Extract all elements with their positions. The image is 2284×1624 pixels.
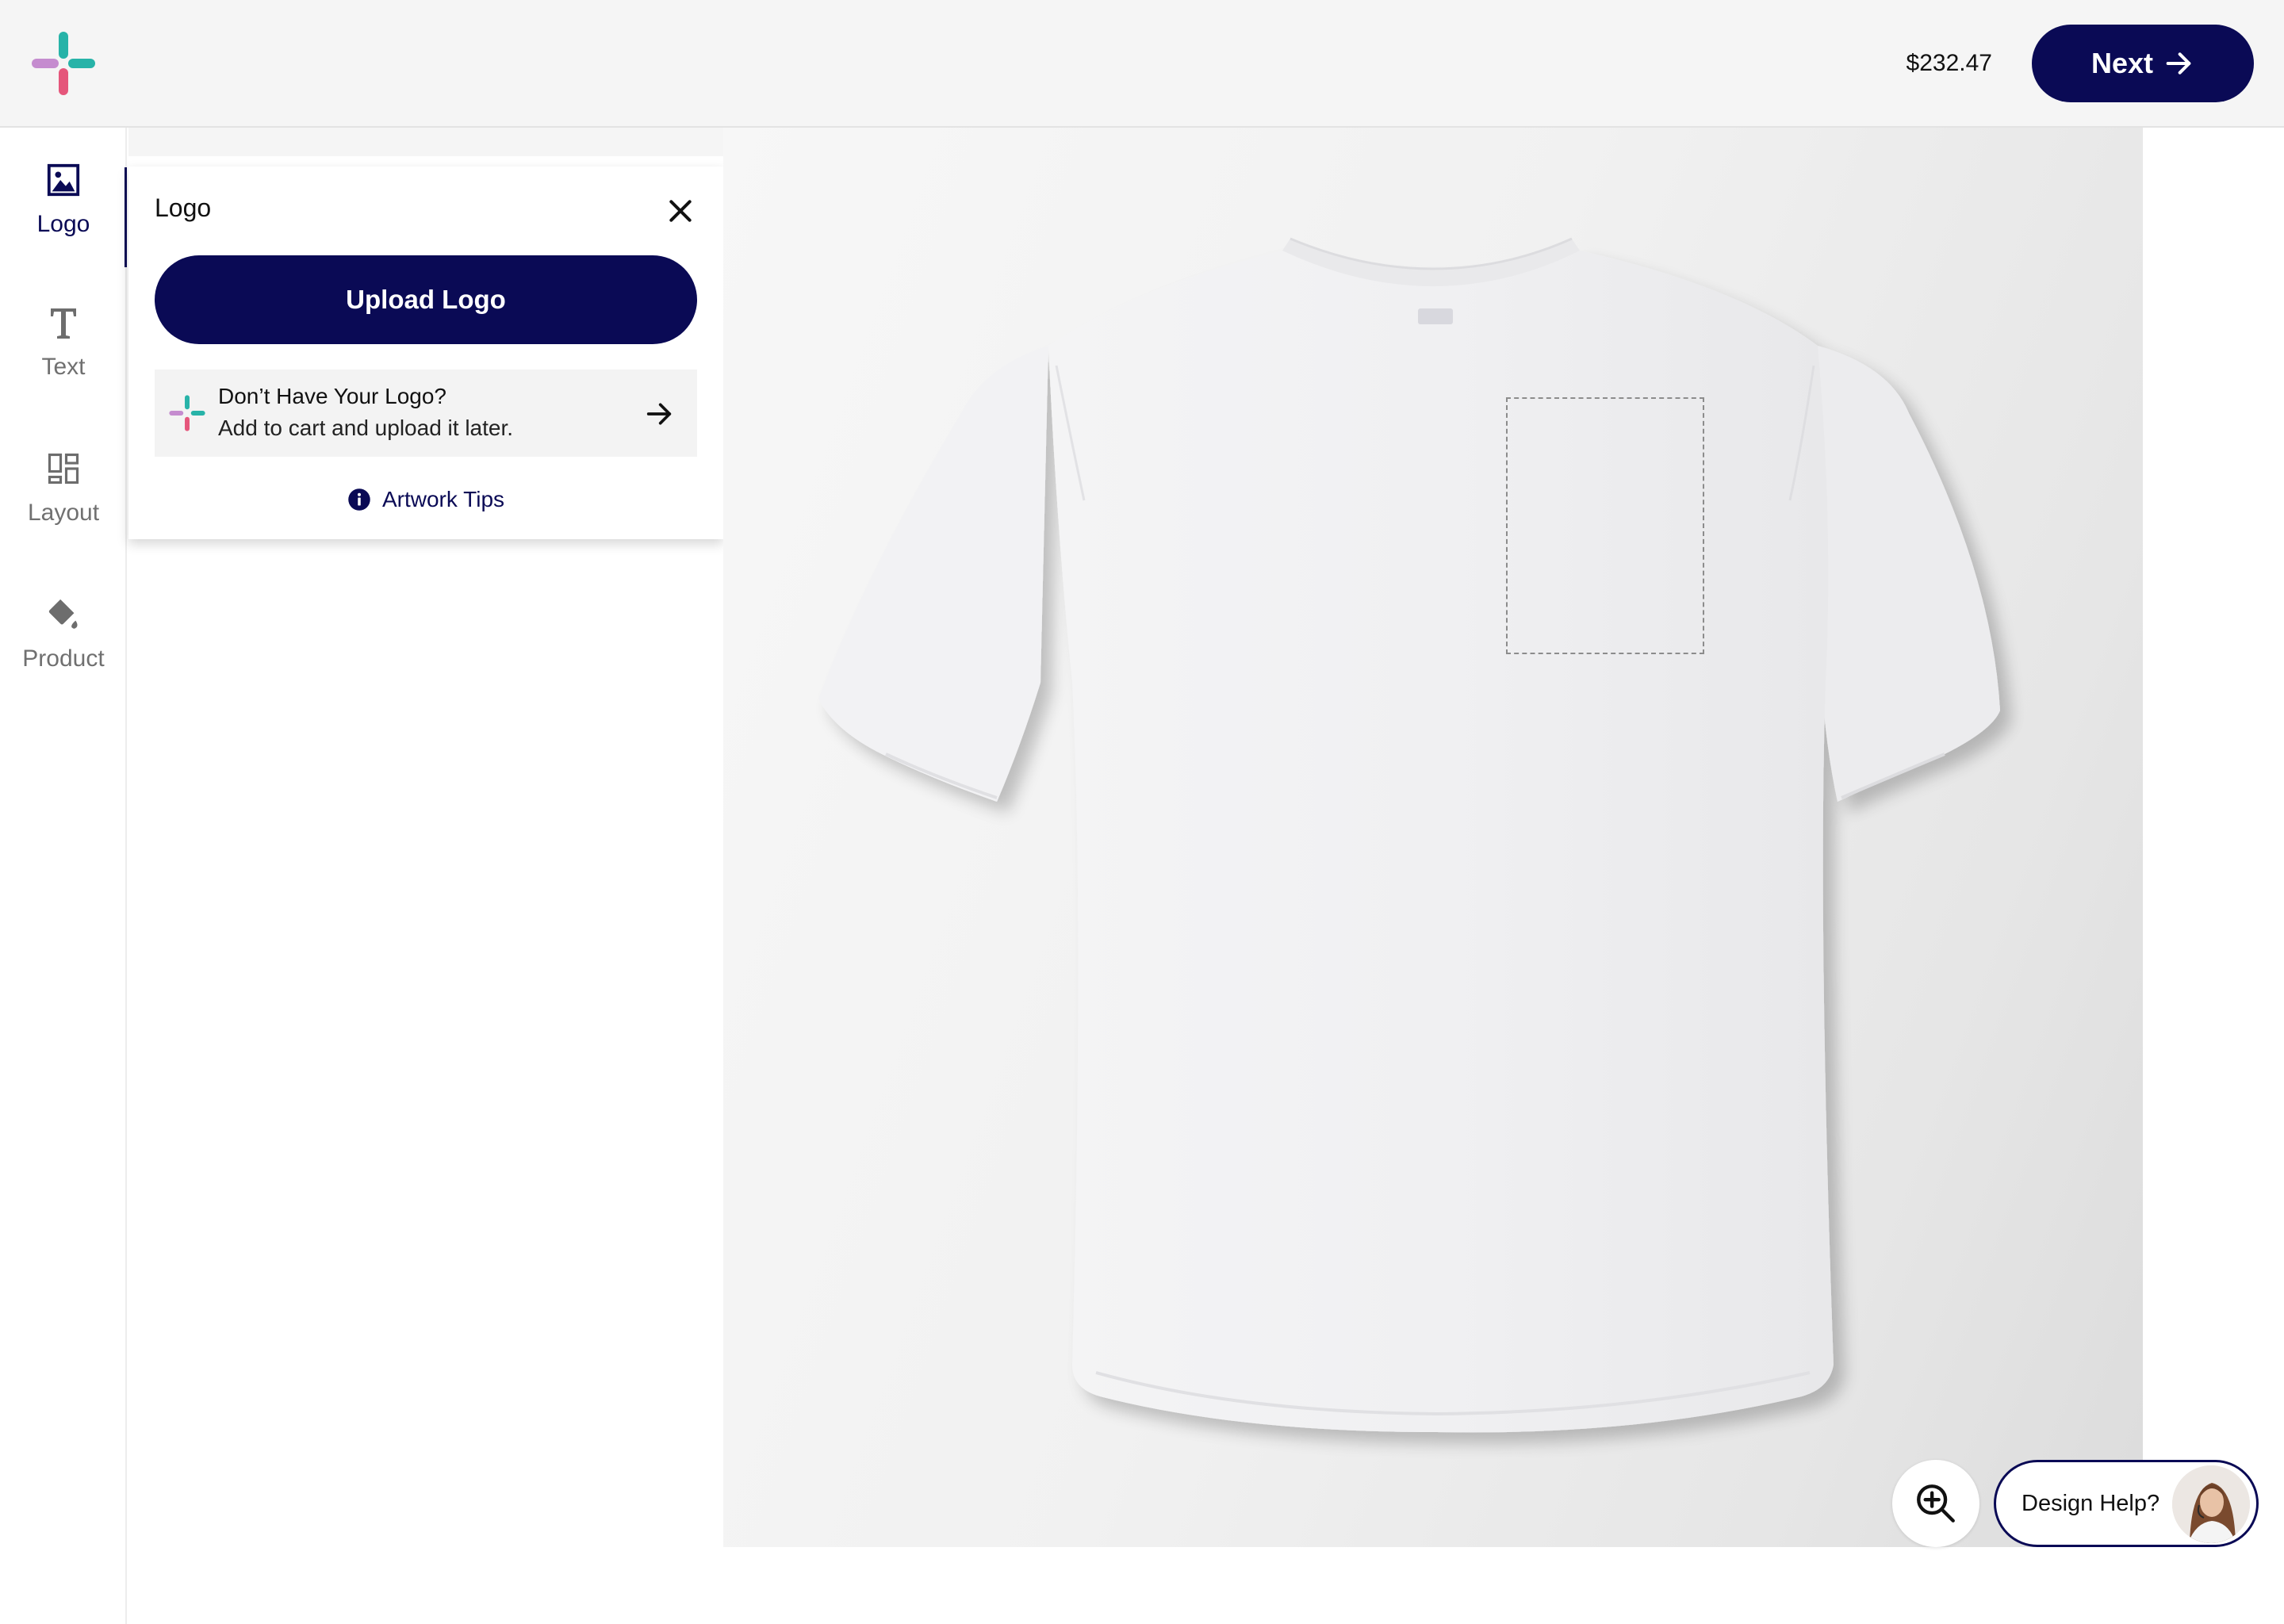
product-canvas[interactable] (723, 128, 2143, 1547)
rail-item-layout[interactable]: Layout (0, 424, 127, 551)
info-icon (348, 488, 370, 511)
tool-rail: Logo Text Layout Product (0, 128, 127, 1624)
artwork-tips-link[interactable]: Artwork Tips (128, 484, 723, 515)
brand-mark-icon (169, 395, 205, 431)
layout-icon (44, 449, 83, 488)
panel-title: Logo (155, 193, 212, 222)
design-help-button[interactable]: Design Help? (1994, 1460, 2259, 1547)
upload-logo-button[interactable]: Upload Logo (155, 255, 697, 344)
rail-item-label: Product (22, 645, 105, 672)
next-button-label: Next (2090, 47, 2154, 79)
arrow-right-icon (646, 403, 672, 425)
zoom-button[interactable] (1892, 1460, 1979, 1547)
paint-bucket-icon (44, 595, 83, 634)
rail-item-label: Text (41, 354, 86, 380)
support-agent-avatar (2172, 1465, 2250, 1543)
no-logo-subtitle: Add to cart and upload it later. (218, 416, 514, 440)
next-button[interactable]: Next (2032, 25, 2254, 102)
text-icon (44, 303, 83, 343)
arrow-right-icon (2166, 52, 2191, 75)
tshirt-image (818, 237, 2000, 1433)
rail-item-label: Layout (27, 500, 100, 526)
artwork-tips-label: Artwork Tips (381, 487, 505, 511)
image-icon (44, 160, 83, 200)
rail-item-product[interactable]: Product (0, 570, 127, 697)
cart-price: $232.47 (1906, 50, 1992, 76)
rail-item-label: Logo (36, 211, 90, 237)
rail-item-text[interactable]: Text (0, 278, 127, 405)
brand-logo-icon[interactable] (30, 30, 97, 97)
logo-panel: Logo Upload Logo Don’t Have Your Logo? A… (128, 167, 723, 539)
top-header: $232.47 Next (0, 0, 2284, 128)
close-icon[interactable] (665, 195, 696, 227)
print-area-placeholder[interactable] (1506, 397, 1704, 654)
design-help-label: Design Help? (2021, 1491, 2160, 1516)
zoom-in-icon (1917, 1484, 1955, 1522)
no-logo-title: Don’t Have Your Logo? (218, 384, 446, 408)
no-logo-card[interactable]: Don’t Have Your Logo? Add to cart and up… (155, 370, 697, 457)
rail-item-logo[interactable]: Logo (0, 136, 127, 262)
panel-top-strip (128, 128, 723, 156)
